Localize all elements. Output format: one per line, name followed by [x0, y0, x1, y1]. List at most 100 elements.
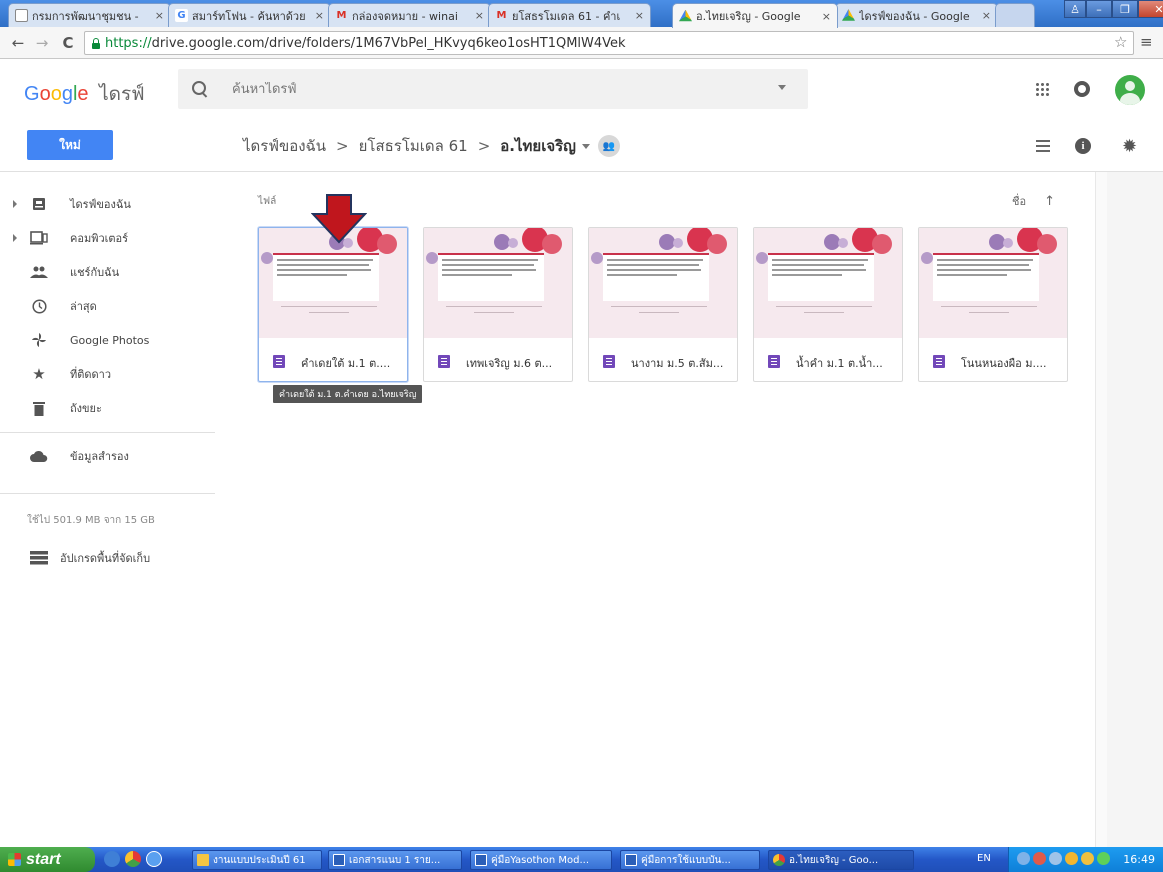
page-icon	[15, 9, 28, 22]
close-icon[interactable]: ×	[475, 9, 484, 22]
info-icon[interactable]: i	[1075, 138, 1091, 154]
drive-icon	[842, 9, 855, 21]
taskbar-button-label: เอกสารแนบ 1 ราย...	[349, 854, 441, 866]
sidebar-item-label: ข้อมูลสำรอง	[70, 450, 129, 463]
sidebar-item-trash[interactable]: ถังขยะ	[0, 393, 200, 423]
minimize-icon[interactable]: –	[1086, 0, 1112, 18]
chrome-icon[interactable]	[125, 851, 141, 867]
file-card[interactable]: นางาม ม.5 ต.สัม...	[588, 227, 738, 382]
sidebar-item-label: ไดรฟ์ของฉัน	[70, 198, 131, 211]
bookmark-star-icon[interactable]: ☆	[1114, 33, 1127, 51]
apps-grid-icon[interactable]	[1035, 82, 1049, 96]
breadcrumb-root[interactable]: ไดรฟ์ของฉัน	[243, 134, 326, 158]
browser-tab-2[interactable]: G สมาร์ทโฟน - ค้นหาด้วย ×	[168, 3, 331, 27]
taskbar-button-word-3[interactable]: คู่มือการใช้แบบบัน...	[620, 850, 760, 870]
expand-triangle-icon[interactable]	[13, 234, 17, 242]
close-window-icon[interactable]: ✕	[1138, 0, 1163, 18]
sidebar-item-my-drive[interactable]: ไดรฟ์ของฉัน	[0, 189, 200, 219]
close-icon[interactable]: ×	[822, 10, 831, 23]
file-name-tooltip: คำเดยใต้ ม.1 ต.คำเดย อ.ไทยเจริญ	[273, 385, 423, 403]
taskbar-button-label: คู่มือYasothon Mod...	[491, 854, 589, 866]
notifications-icon[interactable]	[1074, 81, 1090, 97]
taskbar-button-word-1[interactable]: เอกสารแนบ 1 ราย...	[328, 850, 462, 870]
search-icon[interactable]	[192, 81, 208, 97]
avatar[interactable]	[1115, 75, 1145, 105]
taskbar-button-folder[interactable]: งานแบบประเมินปี 61	[192, 850, 322, 870]
computer-icon	[30, 229, 48, 247]
file-card[interactable]: คำเดยใต้ ม.1 ต....	[258, 227, 408, 382]
maximize-icon[interactable]: ❐	[1112, 0, 1138, 18]
ie-icon[interactable]	[146, 851, 162, 867]
forward-icon[interactable]: →	[32, 33, 52, 53]
sidebar-item-google-photos[interactable]: Google Photos	[0, 325, 200, 355]
address-bar[interactable]: https://drive.google.com/drive/folders/1…	[84, 31, 1134, 55]
new-tab-button[interactable]	[995, 3, 1035, 27]
back-icon[interactable]: ←	[8, 33, 28, 53]
ie-icon[interactable]	[104, 851, 120, 867]
browser-tab-3[interactable]: M กล่องจดหมาย - winai ×	[328, 3, 491, 27]
close-icon[interactable]: ×	[155, 9, 164, 22]
sort-arrow-up-icon[interactable]: ↑	[1044, 194, 1055, 209]
security-icon[interactable]	[1081, 852, 1094, 865]
browser-tab-5[interactable]: อ.ไทยเจริญ - Google ×	[672, 3, 838, 28]
google-drive-logo[interactable]: Google ไดรฟ์	[24, 79, 145, 109]
sidebar-item-recent[interactable]: ล่าสุด	[0, 291, 200, 321]
update-icon[interactable]	[1065, 852, 1078, 865]
window-controls: ♙ – ❐ ✕	[1064, 0, 1163, 18]
tray-app-icon[interactable]	[1097, 852, 1110, 865]
google-forms-icon	[933, 355, 945, 368]
tab-title: กล่องจดหมาย - winai	[352, 9, 458, 23]
search-options-dropdown-icon[interactable]	[778, 85, 786, 90]
taskbar-button-chrome[interactable]: อ.ไทยเจริญ - Goo...	[768, 850, 914, 870]
sidebar-item-starred[interactable]: ★ ที่ติดดาว	[0, 359, 200, 389]
list-view-icon[interactable]	[1036, 140, 1050, 152]
browser-tab-6[interactable]: ไดรฟ์ของฉัน - Google ×	[835, 3, 998, 27]
language-indicator[interactable]: EN	[977, 853, 991, 864]
browser-tab-4[interactable]: M ยโสธรโมเดล 61 - คำเ ×	[488, 3, 651, 27]
file-card[interactable]: เทพเจริญ ม.6 ต...	[423, 227, 573, 382]
logo-letter: e	[77, 83, 89, 105]
chevron-down-icon[interactable]	[581, 143, 590, 149]
reload-icon[interactable]: C	[58, 33, 78, 53]
product-name: ไดรฟ์	[99, 84, 145, 105]
search-box[interactable]	[178, 69, 808, 109]
file-thumbnail	[259, 228, 407, 338]
new-button[interactable]: ใหม่	[27, 130, 113, 160]
taskbar-button-word-2[interactable]: คู่มือYasothon Mod...	[470, 850, 612, 870]
windows-flag-icon	[8, 853, 21, 866]
taskbar-button-label: คู่มือการใช้แบบบัน...	[641, 854, 731, 866]
right-panel-strip	[1107, 172, 1163, 847]
tab-title: ยโสธรโมเดล 61 - คำเ	[512, 9, 621, 23]
expand-triangle-icon[interactable]	[13, 200, 17, 208]
sidebar-item-backups[interactable]: ข้อมูลสำรอง	[0, 441, 200, 471]
search-input[interactable]	[232, 81, 752, 97]
word-icon	[333, 854, 345, 866]
url-text: drive.google.com/drive/folders/1M67VbPel…	[151, 35, 626, 51]
breadcrumb-current[interactable]: อ.ไทยเจริญ	[500, 134, 576, 158]
network-icon[interactable]	[1017, 852, 1030, 865]
breadcrumb-parent[interactable]: ยโสธรโมเดล 61	[359, 134, 468, 158]
close-icon[interactable]: ×	[635, 9, 644, 22]
user-icon[interactable]: ♙	[1064, 0, 1086, 18]
file-thumbnail	[589, 228, 737, 338]
drive-icon	[679, 9, 692, 22]
volume-icon[interactable]	[1049, 852, 1062, 865]
sidebar-item-shared[interactable]: แชร์กับฉัน	[0, 257, 200, 287]
close-icon[interactable]: ×	[982, 9, 991, 22]
upgrade-storage-link[interactable]: อัปเกรดพื้นที่จัดเก็บ	[0, 543, 200, 573]
logo-letter: G	[24, 83, 40, 105]
clock-icon	[30, 297, 48, 315]
start-button[interactable]: start	[0, 847, 95, 872]
antivirus-icon[interactable]	[1033, 852, 1046, 865]
browser-tab-1[interactable]: กรมการพัฒนาชุมชน - ×	[8, 3, 171, 27]
sort-control[interactable]: ชื่อ ↑	[1012, 192, 1055, 210]
shared-people-icon[interactable]: 👥	[597, 135, 620, 157]
browser-tab-strip: กรมการพัฒนาชุมชน - × G สมาร์ทโฟน - ค้นหา…	[0, 0, 1163, 28]
sidebar-item-computers[interactable]: คอมพิวเตอร์	[0, 223, 200, 253]
close-icon[interactable]: ×	[315, 9, 324, 22]
gear-icon[interactable]: ✹	[1122, 136, 1137, 157]
vertical-scrollbar[interactable]	[1095, 172, 1107, 847]
browser-menu-icon[interactable]: ≡	[1140, 33, 1153, 51]
file-card[interactable]: น้ำคำ ม.1 ต.น้ำ...	[753, 227, 903, 382]
file-card[interactable]: โนนหนองผือ ม....	[918, 227, 1068, 382]
